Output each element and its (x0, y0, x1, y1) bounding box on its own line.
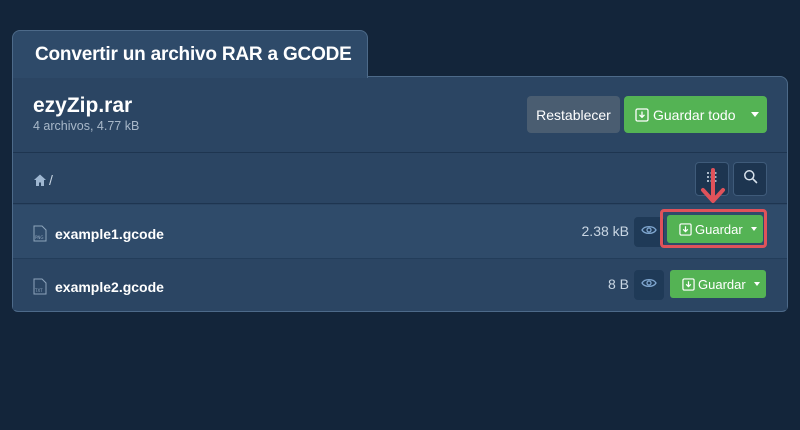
archive-name: ezyZip.rar (33, 94, 133, 117)
search-button[interactable] (733, 162, 767, 196)
file-icon: PNG (33, 225, 47, 247)
file-size: 8 B (607, 276, 629, 292)
file-icon: TXT (33, 278, 47, 300)
breadcrumb (13, 154, 787, 204)
file-name[interactable]: example1.gcode (55, 226, 164, 242)
archive-header: ezyZip.rar 4 archivos, 4.77 kB Restablec… (13, 77, 787, 153)
arrow-down-icon (699, 168, 727, 213)
chevron-down-icon (751, 227, 757, 231)
eye-icon (641, 223, 657, 241)
download-icon (635, 107, 649, 122)
svg-text:TXT: TXT (34, 288, 43, 293)
chevron-down-icon (751, 112, 759, 117)
save-file-dropdown-toggle[interactable] (745, 227, 763, 231)
archive-meta: 4 archivos, 4.77 kB (33, 119, 140, 133)
file-name[interactable]: example2.gcode (55, 279, 164, 295)
save-all-button[interactable]: Guardar todo (624, 96, 767, 133)
preview-button[interactable] (634, 270, 664, 300)
save-file-label: Guardar (695, 221, 743, 237)
file-row: TXT example2.gcode 8 B Guardar (13, 259, 787, 310)
download-icon (679, 222, 692, 236)
home-icon[interactable] (33, 173, 47, 192)
search-icon (743, 169, 758, 189)
reset-button-label: Restablecer (536, 106, 611, 123)
page-title: Convertir un archivo RAR a GCODE (35, 43, 352, 65)
preview-button[interactable] (634, 217, 664, 247)
chevron-down-icon (754, 282, 760, 286)
save-file-label: Guardar (698, 276, 746, 292)
save-all-dropdown-toggle[interactable] (743, 112, 767, 117)
save-file-dropdown-toggle[interactable] (748, 282, 766, 286)
eye-icon (641, 276, 657, 294)
reset-button[interactable]: Restablecer (527, 96, 620, 133)
breadcrumb-path: / (49, 172, 53, 188)
download-icon (682, 277, 695, 291)
save-all-label: Guardar todo (653, 106, 736, 123)
save-file-button[interactable]: Guardar (670, 270, 766, 298)
save-file-button[interactable]: Guardar (667, 215, 763, 243)
svg-text:PNG: PNG (35, 235, 44, 240)
file-size: 2.38 kB (581, 223, 629, 239)
file-row: PNG example1.gcode 2.38 kB Guardar (13, 205, 787, 259)
page-title-tab: Convertir un archivo RAR a GCODE (12, 30, 368, 78)
